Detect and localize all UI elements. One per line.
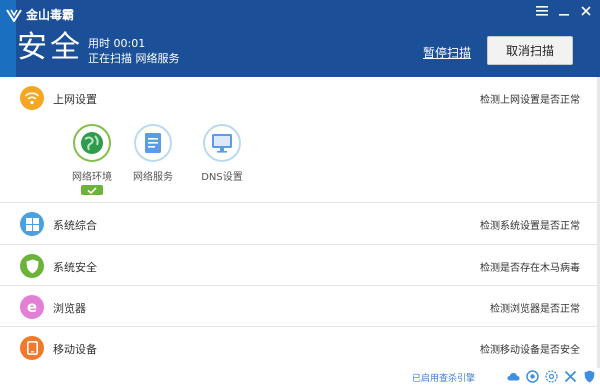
elapsed-time: 用时 00:01 xyxy=(88,37,146,50)
window-controls xyxy=(536,5,592,17)
close-icon[interactable] xyxy=(580,5,592,17)
repair-icon[interactable] xyxy=(564,370,577,383)
list-item-status: 检测上网设置是否正常 xyxy=(480,95,580,106)
app-title: 金山毒霸 xyxy=(26,8,75,22)
shield-icon xyxy=(20,254,44,278)
scan-engine-icon[interactable] xyxy=(526,370,539,383)
list-item-mobile[interactable]: 移动设备 检测移动设备是否安全 xyxy=(0,327,597,368)
cloud-icon[interactable] xyxy=(507,370,520,383)
minimize-icon[interactable] xyxy=(558,5,570,17)
current-scan-item: 正在扫描 网络服务 xyxy=(88,52,180,65)
list-item-security[interactable]: 系统安全 检测是否存在木马病毒 xyxy=(0,245,597,286)
sub-item-dns: DNS设置 xyxy=(192,124,252,183)
list-item-header: 上网设置 检测上网设置是否正常 xyxy=(0,77,597,117)
tablet-icon xyxy=(20,336,44,360)
scan-meta: 用时 00:01 正在扫描 网络服务 xyxy=(88,36,180,66)
pause-scan-link[interactable]: 暂停扫描 xyxy=(423,44,471,61)
wifi-icon xyxy=(20,86,44,110)
globe-icon xyxy=(73,124,111,162)
list-item-header: 系统安全 检测是否存在木马病毒 xyxy=(0,245,597,285)
list-item-status: 检测是否存在木马病毒 xyxy=(480,263,580,274)
engine-status-link[interactable]: 已启用查杀引擎 xyxy=(412,371,475,384)
list-item-header: e 浏览器 检测浏览器是否正常 xyxy=(0,286,597,326)
list-item-header: 系统综合 检测系统设置是否正常 xyxy=(0,203,597,243)
list-item-system[interactable]: 系统综合 检测系统设置是否正常 xyxy=(0,203,597,245)
ai-engine-icon[interactable] xyxy=(545,370,558,383)
sub-item-network-service: 网络服务 xyxy=(123,124,183,183)
list-item-status: 检测浏览器是否正常 xyxy=(490,304,580,315)
list-item-network[interactable]: 上网设置 检测上网设置是否正常 网络环境 网络服务 DNS设置 xyxy=(0,77,597,203)
app-logo: 金山毒霸 xyxy=(6,6,74,23)
check-icon xyxy=(81,185,103,195)
list-item-browser[interactable]: e 浏览器 检测浏览器是否正常 xyxy=(0,286,597,327)
list-item-status: 检测移动设备是否安全 xyxy=(480,345,580,356)
list-item-label: 系统综合 xyxy=(53,219,97,232)
menu-icon[interactable] xyxy=(536,5,548,17)
scan-status-title: 安全 xyxy=(17,30,83,65)
status-footer: 已启用查杀引擎 xyxy=(0,368,600,387)
windows-icon xyxy=(20,212,44,236)
sub-item-label: 网络服务 xyxy=(133,172,173,183)
header-bar: 金山毒霸 安全 用时 00:01 正在扫描 网络服务 暂停扫描 取消扫描 xyxy=(0,0,600,77)
sub-item-label: DNS设置 xyxy=(201,172,243,183)
list-item-label: 系统安全 xyxy=(53,261,97,274)
list-item-status: 检测系统设置是否正常 xyxy=(480,221,580,232)
list-item-label: 浏览器 xyxy=(53,302,86,315)
engine-icons xyxy=(507,370,596,383)
browser-icon: e xyxy=(20,295,44,319)
kingsoft-logo-icon xyxy=(6,8,22,22)
defense-icon[interactable] xyxy=(583,370,596,383)
network-sub-items: 网络环境 网络服务 DNS设置 xyxy=(62,124,262,195)
monitor-icon xyxy=(203,124,241,162)
sub-item-network-env: 网络环境 xyxy=(62,124,122,195)
document-icon xyxy=(134,124,172,162)
cancel-scan-button[interactable]: 取消扫描 xyxy=(487,36,573,65)
sub-item-label: 网络环境 xyxy=(72,172,112,183)
list-item-label: 移动设备 xyxy=(53,343,97,356)
list-item-label: 上网设置 xyxy=(53,93,97,106)
list-item-header: 移动设备 检测移动设备是否安全 xyxy=(0,327,597,367)
scan-item-list: 上网设置 检测上网设置是否正常 网络环境 网络服务 DNS设置 系统综合 检测系… xyxy=(0,77,597,368)
